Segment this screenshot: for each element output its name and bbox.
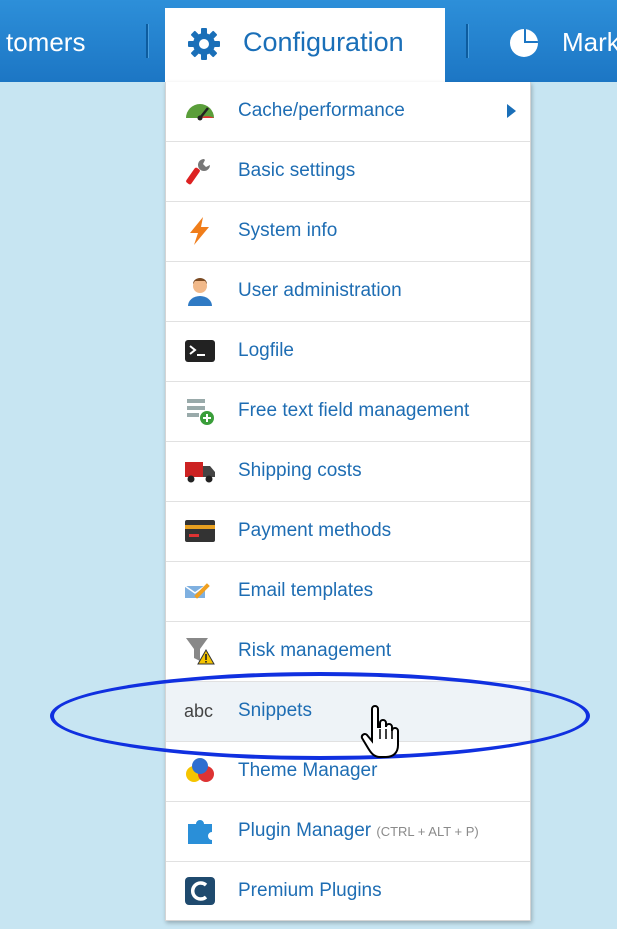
- menu-item-label: Theme Manager: [238, 760, 378, 781]
- puzzle-icon: [188, 820, 212, 844]
- tab-configuration-label: Configuration: [243, 27, 404, 57]
- keyboard-shortcut-hint: (CTRL + ALT + P): [376, 824, 479, 839]
- menu-item-label-text: Plugin Manager: [238, 820, 372, 841]
- menu-item-label: Shipping costs: [238, 460, 362, 481]
- lightning-icon: [190, 217, 209, 245]
- menu-item-user-administration[interactable]: User administration: [166, 262, 530, 322]
- menu-item-snippets[interactable]: abc Snippets: [166, 682, 530, 742]
- funnel-warning-icon: [186, 638, 215, 665]
- pie-chart-icon: [510, 29, 538, 57]
- terminal-icon: [185, 340, 215, 362]
- menu-item-label: Email templates: [238, 580, 374, 601]
- menu-item-logfile[interactable]: Logfile: [166, 322, 530, 382]
- credit-card-icon: [185, 520, 215, 542]
- submenu-arrow-icon: [507, 104, 516, 118]
- menu-item-label: Basic settings: [238, 160, 356, 181]
- gear-icon: [188, 28, 220, 60]
- configuration-dropdown-menu: Cache/performance Basic settings System …: [165, 82, 531, 921]
- menu-item-email-templates[interactable]: Email templates: [166, 562, 530, 622]
- menu-item-label: Logfile: [238, 340, 294, 361]
- menu-item-label: Premium Plugins: [238, 880, 382, 901]
- menu-item-label: Cache/performance: [238, 100, 405, 121]
- menu-item-label: Plugin Manager (CTRL + ALT + P): [238, 820, 479, 842]
- add-field-icon: [187, 399, 214, 425]
- email-pencil-icon: [184, 583, 210, 599]
- nav-divider: [466, 24, 469, 58]
- menu-item-risk-management[interactable]: Risk management: [166, 622, 530, 682]
- menu-item-label: Snippets: [238, 700, 312, 721]
- menu-item-basic-settings[interactable]: Basic settings: [166, 142, 530, 202]
- menu-item-label: Risk management: [238, 640, 392, 661]
- nav-divider: [146, 24, 149, 58]
- nav-item-customers[interactable]: tomers: [6, 27, 85, 58]
- menu-item-plugin-manager[interactable]: Plugin Manager (CTRL + ALT + P): [166, 802, 530, 862]
- menu-item-label: User administration: [238, 280, 402, 301]
- menu-item-label: Free text field management: [238, 400, 470, 421]
- menu-item-payment-methods[interactable]: Payment methods: [166, 502, 530, 562]
- nav-item-marketing[interactable]: Mark: [562, 27, 617, 58]
- user-icon: [188, 278, 212, 306]
- menu-item-label: Payment methods: [238, 520, 392, 541]
- tab-configuration[interactable]: Configuration: [165, 8, 445, 82]
- truck-icon: [185, 462, 215, 483]
- menu-item-label: System info: [238, 220, 338, 241]
- menu-item-shipping-costs[interactable]: Shipping costs: [166, 442, 530, 502]
- color-circles-icon: [186, 758, 214, 782]
- hand-cursor-icon: [360, 705, 399, 758]
- menu-item-free-text-field-management[interactable]: Free text field management: [166, 382, 530, 442]
- wrench-icon: [186, 159, 210, 185]
- shopware-logo-icon: [185, 877, 215, 905]
- menu-item-cache-performance[interactable]: Cache/performance: [166, 82, 530, 142]
- speedometer-icon: [186, 104, 214, 121]
- menu-item-system-info[interactable]: System info: [166, 202, 530, 262]
- menu-item-premium-plugins[interactable]: Premium Plugins: [166, 862, 530, 921]
- menu-item-theme-manager[interactable]: Theme Manager: [166, 742, 530, 802]
- abc-icon: abc: [184, 701, 214, 721]
